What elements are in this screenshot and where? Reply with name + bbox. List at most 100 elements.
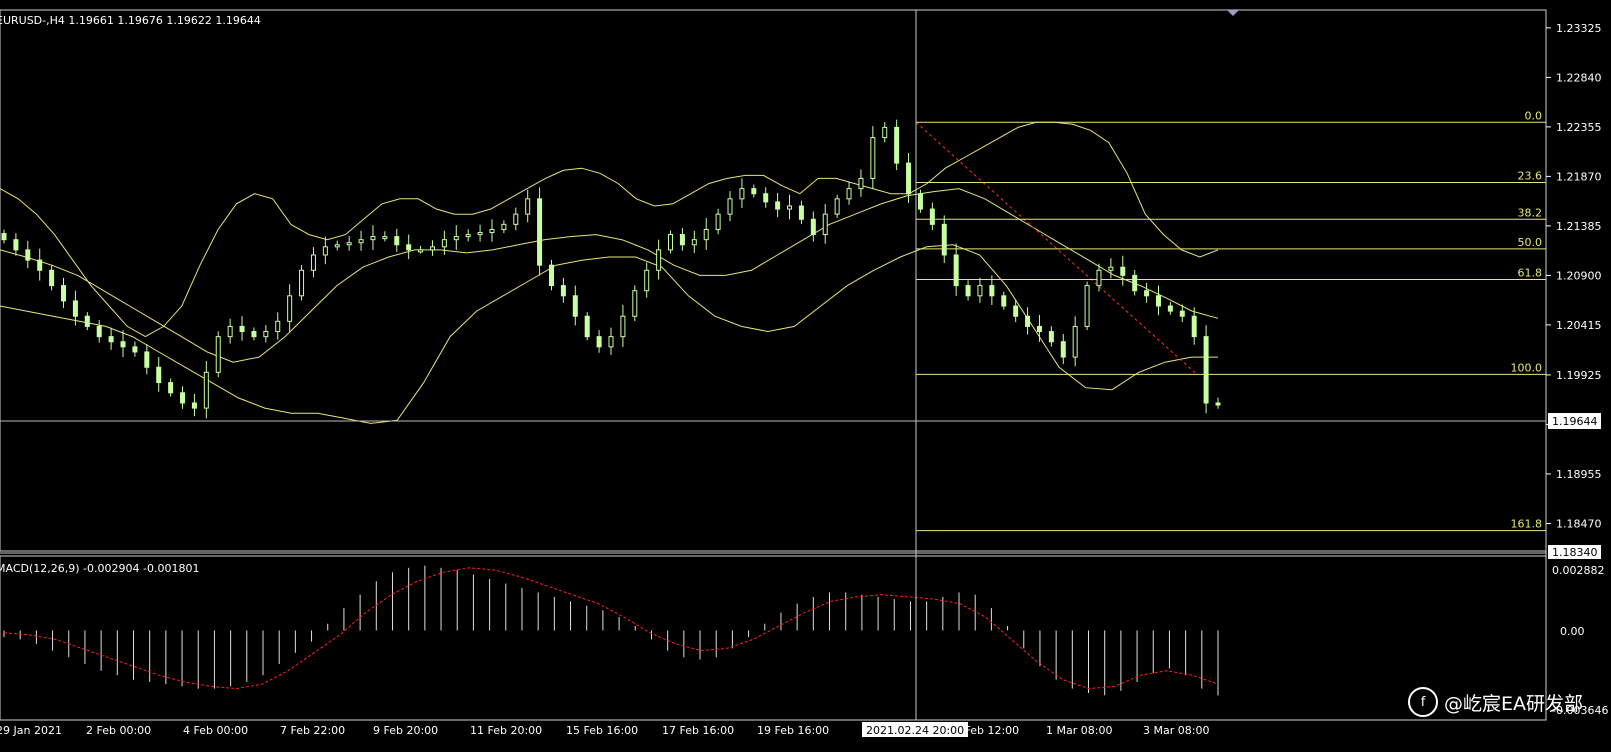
candle-body: [751, 188, 757, 195]
candle: [370, 225, 376, 250]
price-tick-label: 1.22355: [1556, 121, 1602, 134]
candle-body: [560, 285, 566, 297]
candle: [215, 331, 221, 378]
candle-body: [870, 137, 876, 179]
candle-body: [144, 351, 150, 368]
candle: [834, 194, 840, 218]
time-tick-label: 3 Mar 08:00: [1143, 724, 1209, 737]
candle-body: [668, 234, 674, 251]
candle-body: [263, 331, 269, 338]
price-tick-label: 1.21385: [1556, 220, 1602, 233]
candle-body: [72, 300, 78, 317]
candle: [334, 240, 340, 251]
candle-body: [1203, 336, 1209, 404]
candle: [1215, 397, 1221, 409]
time-tick-label: 9 Feb 20:00: [373, 724, 438, 737]
candle-body: [1155, 295, 1161, 307]
candle-body: [763, 193, 769, 203]
price-tick-label: 1.18470: [1556, 517, 1602, 530]
candle: [751, 184, 757, 198]
candle: [1072, 316, 1078, 367]
chart-shift-marker[interactable]: [1227, 10, 1239, 16]
price-axis[interactable]: 1.23325 1.22840 1.22355 1.21870 1.21385 1.209…: [1546, 22, 1602, 531]
candle-body: [977, 285, 983, 297]
fibonacci-retracement[interactable]: 0.0 23.6 38.2 50.0 61.8 100.0 161.8: [915, 109, 1546, 532]
time-tick-label: 17 Feb 16:00: [662, 724, 734, 737]
candle: [1167, 301, 1173, 315]
candle-body: [429, 246, 435, 251]
candle: [715, 208, 721, 235]
candle-body: [525, 198, 531, 215]
candle: [1144, 282, 1150, 303]
candle: [275, 312, 281, 340]
candle-body: [787, 205, 793, 210]
candle-body: [691, 239, 697, 246]
candle-body: [215, 336, 221, 373]
candle: [596, 330, 602, 353]
candle-body: [989, 285, 995, 297]
candle: [120, 330, 126, 358]
candle: [263, 325, 269, 343]
candle-body: [810, 218, 816, 236]
candle-body: [917, 193, 923, 210]
candle: [406, 234, 412, 260]
candle-body: [929, 208, 935, 225]
candle-body: [608, 336, 614, 348]
candle-body: [1036, 325, 1042, 333]
candle-body: [953, 254, 959, 287]
candle: [156, 357, 162, 392]
candle: [346, 236, 352, 251]
price-tick-label: 1.22840: [1556, 71, 1602, 84]
candle-body: [394, 236, 400, 246]
candle-body: [96, 325, 102, 338]
trading-chart-window[interactable]: 0.0 23.6 38.2 50.0 61.8 100.0 161.8 1.23325 1.2…: [0, 0, 1611, 748]
candle-body: [572, 295, 578, 317]
candle: [96, 319, 102, 343]
candle-body: [287, 295, 293, 322]
candle-body: [156, 366, 162, 384]
candle: [49, 264, 55, 291]
candle: [1191, 307, 1197, 345]
candle-body: [846, 188, 852, 200]
candle-body: [1144, 290, 1150, 297]
candle-body: [1191, 315, 1197, 338]
time-tick-label: 4 Feb 00:00: [183, 724, 248, 737]
candle-body: [632, 290, 638, 317]
macd-scale-zero: 0.00: [1560, 625, 1585, 638]
candle-body: [941, 223, 947, 256]
watermark: f @屹宸EA研发部: [1407, 686, 1583, 718]
price-tick-label: 1.20900: [1556, 269, 1602, 282]
candle: [644, 262, 650, 298]
candle: [727, 191, 733, 222]
candle: [537, 187, 543, 276]
macd-indicator: [3, 565, 1219, 696]
candle-body: [1084, 285, 1090, 327]
current-price-label: 1.19644: [1552, 415, 1598, 428]
candle: [941, 215, 947, 264]
candle: [84, 312, 90, 331]
candle: [668, 230, 674, 254]
candle: [1108, 258, 1114, 279]
candle-body: [1215, 402, 1221, 406]
candle-body: [822, 213, 828, 236]
candle-body: [191, 402, 197, 409]
candle-body: [858, 177, 864, 190]
candle: [1132, 270, 1138, 296]
candle-body: [453, 236, 459, 241]
candle-body: [1108, 266, 1114, 271]
candle: [1036, 315, 1042, 342]
fib-trendline: [915, 121, 1198, 375]
chart-canvas[interactable]: 0.023.638.250.061.8100.0161.8 1.233251.2…: [0, 0, 1611, 748]
time-axis[interactable]: 29 Jan 2021 2 Feb 00:00 4 Feb 00:00 7 Feb 2…: [0, 724, 1209, 737]
candle-body: [1001, 295, 1007, 307]
candle-body: [203, 371, 209, 409]
candle: [513, 207, 519, 231]
candle: [465, 229, 471, 242]
candle-body: [465, 234, 471, 238]
candle: [227, 318, 233, 344]
candle: [1048, 326, 1054, 347]
candle: [382, 231, 388, 242]
candle: [453, 225, 459, 250]
candle-body: [548, 264, 554, 287]
candle: [679, 228, 685, 251]
